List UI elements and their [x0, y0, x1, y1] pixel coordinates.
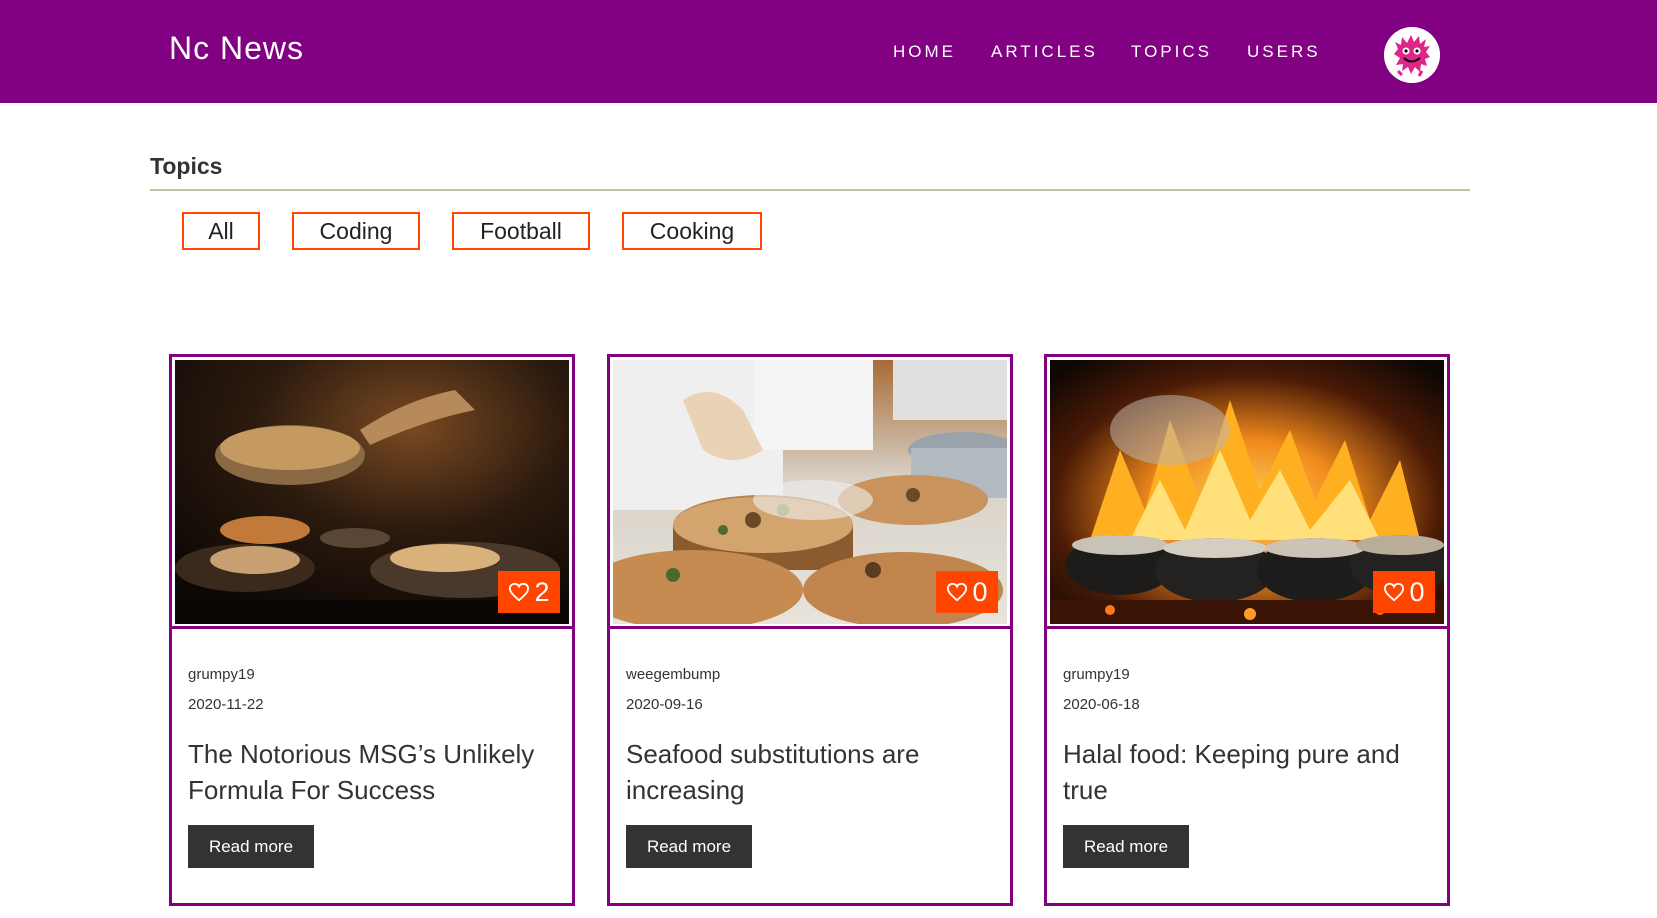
article-title: Halal food: Keeping pure and true: [1063, 739, 1400, 805]
article-date: 2020-11-22: [188, 696, 264, 713]
article-title: The Notorious MSG’s Unlikely Formula For…: [188, 739, 535, 805]
vote-button[interactable]: 0: [1373, 571, 1435, 613]
read-more-button[interactable]: Read more: [188, 825, 314, 868]
card-divider: [610, 626, 1010, 629]
user-avatar[interactable]: [1384, 27, 1440, 83]
vote-count: 0: [1409, 576, 1425, 607]
vote-count: 2: [534, 576, 550, 607]
topics-divider: [150, 189, 1470, 191]
article-card: 0 grumpy19 2020-06-18 Halal food: Keepin…: [1044, 354, 1450, 906]
article-date: 2020-09-16: [626, 696, 703, 713]
article-card: 2 grumpy19 2020-11-22 The Notorious MSG’…: [169, 354, 575, 906]
nav-topics[interactable]: TOPICS: [1131, 42, 1212, 62]
vote-button[interactable]: 2: [498, 571, 560, 613]
topic-filter-all[interactable]: All: [182, 212, 260, 250]
read-more-button[interactable]: Read more: [626, 825, 752, 868]
heart-outline-icon: [1384, 582, 1405, 602]
avatar-monster-icon: [1384, 27, 1440, 83]
article-author: grumpy19: [1063, 666, 1130, 683]
topic-filter-coding[interactable]: Coding: [292, 212, 420, 250]
nav-home[interactable]: HOME: [893, 42, 956, 62]
heart-outline-icon: [947, 582, 968, 602]
nav-articles[interactable]: ARTICLES: [991, 42, 1098, 62]
topics-heading: Topics: [150, 153, 223, 179]
vote-button[interactable]: 0: [936, 571, 998, 613]
topic-filter-cooking[interactable]: Cooking: [622, 212, 762, 250]
nav-users[interactable]: USERS: [1247, 42, 1321, 62]
article-author: weegembump: [626, 666, 721, 683]
article-author: grumpy19: [188, 666, 255, 683]
card-divider: [172, 626, 572, 629]
navbar: Nc News HOME ARTICLES TOPICS USERS: [0, 0, 1657, 103]
article-date: 2020-06-18: [1063, 696, 1140, 713]
article-title: Seafood substitutions are increasing: [626, 739, 920, 805]
card-divider: [1047, 626, 1447, 629]
read-more-button[interactable]: Read more: [1063, 825, 1189, 868]
heart-outline-icon: [509, 582, 530, 602]
brand-logo-text[interactable]: Nc News: [169, 30, 304, 67]
article-card: 0 weegembump 2020-09-16 Seafood substitu…: [607, 354, 1013, 906]
topic-filter-football[interactable]: Football: [452, 212, 590, 250]
vote-count: 0: [972, 576, 988, 607]
